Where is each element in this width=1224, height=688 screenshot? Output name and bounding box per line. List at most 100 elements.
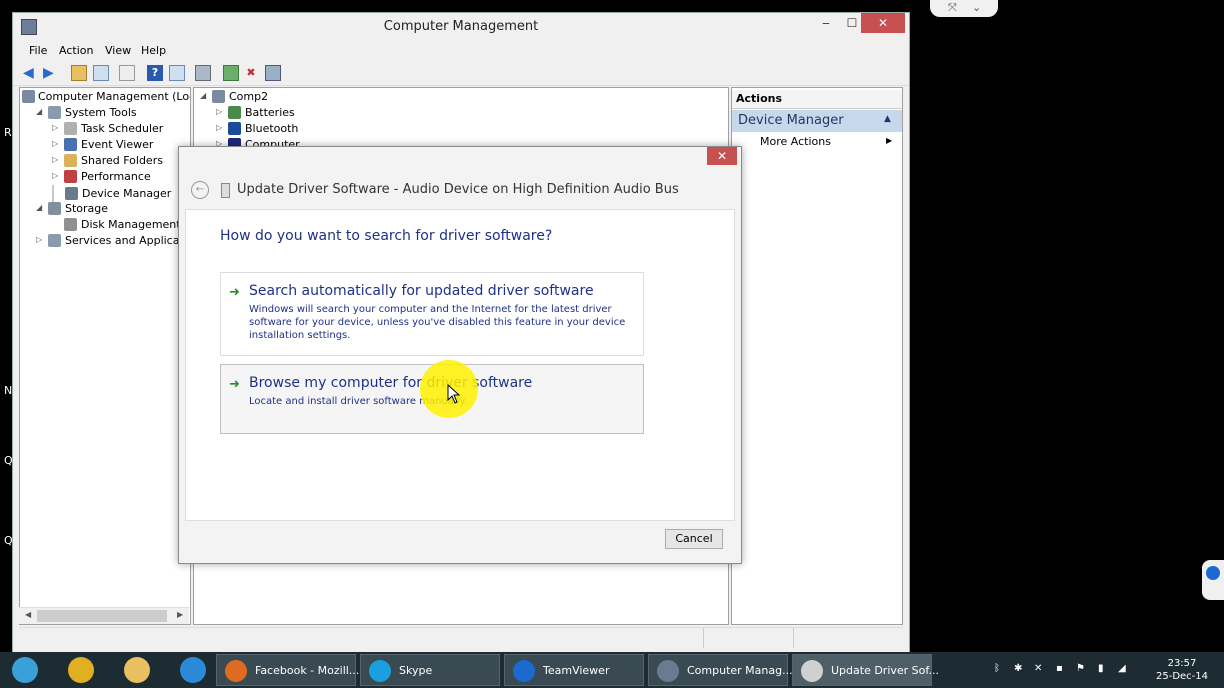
- bluetooth-icon[interactable]: ᛒ: [994, 663, 1006, 675]
- uninstall-icon[interactable]: ✖: [243, 65, 259, 81]
- back-arrow-icon[interactable]: ←: [191, 181, 209, 199]
- close-button[interactable]: ✕: [861, 13, 905, 33]
- tree-item-label: Storage: [65, 202, 109, 215]
- taskbar: ᛒ ✱ ✕ ▪ ⚑ ▮ ◢ 23:57 25-Dec-14 Facebook -…: [0, 652, 1224, 688]
- menu-bar: File Action View Help: [13, 41, 909, 61]
- teamviewer-side-tab[interactable]: [1202, 560, 1224, 600]
- clock-icon: [64, 122, 77, 135]
- taskbar-app-button[interactable]: TeamViewer: [504, 654, 644, 686]
- performance-icon: [64, 170, 77, 183]
- taskbar-app-label: Facebook - Mozill...: [255, 664, 360, 677]
- minimize-button[interactable]: ‒: [813, 13, 839, 33]
- tree-item-label: Performance: [81, 170, 151, 183]
- help-icon[interactable]: ?: [147, 65, 163, 81]
- disable-device-icon[interactable]: [265, 65, 281, 81]
- taskbar-app-button[interactable]: Computer Manag...: [648, 654, 793, 686]
- settings-tray-icon[interactable]: ✱: [1014, 663, 1026, 675]
- update-driver-icon[interactable]: [223, 65, 239, 81]
- teamviewer-icon: [1206, 566, 1220, 580]
- chrome-icon: [68, 657, 94, 683]
- clock-date: 25-Dec-14: [1155, 671, 1209, 682]
- storage-icon: [48, 202, 61, 215]
- tree-expander-icon[interactable]: ▷: [216, 123, 224, 132]
- people-icon[interactable]: [4, 654, 48, 686]
- computer-icon: [22, 90, 35, 103]
- action-pane-icon[interactable]: [169, 65, 185, 81]
- more-actions-item[interactable]: More Actions ▶: [732, 134, 902, 150]
- collapse-icon[interactable]: ▲: [884, 114, 891, 124]
- tree-expander-icon[interactable]: ▷: [52, 155, 60, 164]
- toolbar: ◀ ▶ ? ✖: [13, 61, 909, 86]
- properties-icon[interactable]: [119, 65, 135, 81]
- expand-icon[interactable]: ⤧: [948, 1, 957, 15]
- menu-file[interactable]: File: [29, 44, 47, 57]
- show-hide-tree-icon[interactable]: [93, 65, 109, 81]
- menu-view[interactable]: View: [105, 44, 131, 57]
- clock[interactable]: 23:57 25-Dec-14: [1144, 657, 1220, 683]
- tree-item[interactable]: Device Manager: [52, 185, 171, 203]
- battery-icon[interactable]: ▮: [1098, 663, 1110, 675]
- network-signal-icon[interactable]: ◢: [1118, 663, 1130, 675]
- option-title: Search automatically for updated driver …: [249, 283, 594, 299]
- chrome-icon[interactable]: [60, 654, 104, 686]
- menu-action[interactable]: Action: [59, 44, 93, 57]
- remote-session-bar[interactable]: ⤧ ⌄: [930, 0, 998, 17]
- chevron-down-icon[interactable]: ⌄: [972, 1, 981, 14]
- actions-header: Actions: [732, 90, 902, 109]
- taskbar-app-label: Update Driver Sof...: [831, 664, 939, 677]
- taskbar-app-button[interactable]: Skype: [360, 654, 500, 686]
- green-arrow-icon: ➜: [229, 377, 240, 392]
- scan-hardware-icon[interactable]: [195, 65, 211, 81]
- system-tray: ᛒ ✱ ✕ ▪ ⚑ ▮ ◢: [990, 652, 1140, 688]
- tree-expander-icon[interactable]: ▷: [216, 107, 224, 116]
- tree-expander-icon[interactable]: ◢: [200, 91, 208, 100]
- file-explorer-icon[interactable]: [116, 654, 160, 686]
- device-manager-icon: [65, 187, 78, 200]
- desktop-edge-text: R: [4, 126, 12, 139]
- disk-icon: [64, 218, 77, 231]
- tree-item-label: Shared Folders: [81, 154, 163, 167]
- tree-item-label: System Tools: [65, 106, 137, 119]
- taskbar-app-button[interactable]: Update Driver Sof...: [792, 654, 939, 686]
- actions-section-device-manager[interactable]: Device Manager ▲: [732, 110, 902, 132]
- tree-expander-icon[interactable]: ▷: [52, 123, 60, 132]
- tray-icon[interactable]: ▪: [1056, 663, 1068, 675]
- status-bar: [19, 627, 903, 648]
- forward-icon[interactable]: ▶: [43, 65, 59, 81]
- scroll-right-icon[interactable]: ▶: [177, 610, 183, 619]
- internet-explorer-icon[interactable]: [172, 654, 216, 686]
- taskbar-app-label: Skype: [399, 664, 433, 677]
- taskbar-app-label: Computer Manag...: [687, 664, 793, 677]
- taskbar-app-button[interactable]: Facebook - Mozill...: [216, 654, 360, 686]
- tools-icon: [48, 106, 61, 119]
- scroll-thumb[interactable]: [37, 610, 167, 622]
- tree-expander-icon[interactable]: ▷: [36, 235, 44, 244]
- tree-expander-icon[interactable]: ◢: [36, 203, 44, 212]
- menu-help[interactable]: Help: [141, 44, 166, 57]
- back-icon[interactable]: ◀: [23, 65, 39, 81]
- option-description: Windows will search your computer and th…: [249, 304, 626, 341]
- green-arrow-icon: ➜: [229, 285, 240, 300]
- tree-expander-icon[interactable]: ◢: [36, 107, 44, 116]
- window-title: Computer Management: [383, 19, 539, 34]
- clock-time: 23:57: [1167, 658, 1197, 669]
- tree-item-label: Comp2: [229, 90, 269, 103]
- update-driver-dialog: ✕ ← Update Driver Software - Audio Devic…: [178, 146, 742, 564]
- tree-expander-icon[interactable]: ▷: [52, 171, 60, 180]
- dialog-footer: Cancel: [185, 521, 733, 557]
- dialog-close-button[interactable]: ✕: [707, 147, 737, 165]
- tree-item-label: Bluetooth: [245, 122, 299, 135]
- title-bar[interactable]: Computer Management ‒ ☐ ✕: [13, 13, 909, 41]
- tree-expander-icon[interactable]: ▷: [52, 139, 60, 148]
- volume-muted-icon[interactable]: ✕: [1034, 663, 1046, 675]
- tree-item-label: Batteries: [245, 106, 295, 119]
- search-automatically-option[interactable]: ➜ Search automatically for updated drive…: [220, 272, 644, 356]
- firefox-icon: [225, 660, 247, 682]
- cancel-button[interactable]: Cancel: [665, 529, 723, 549]
- scroll-left-icon[interactable]: ◀: [25, 610, 31, 619]
- option-title: Browse my computer for driver software: [249, 375, 533, 391]
- people-icon: [12, 657, 38, 683]
- up-folder-icon[interactable]: [71, 65, 87, 81]
- action-center-flag-icon[interactable]: ⚑: [1076, 663, 1088, 675]
- horizontal-scrollbar[interactable]: ◀ ▶: [19, 607, 189, 624]
